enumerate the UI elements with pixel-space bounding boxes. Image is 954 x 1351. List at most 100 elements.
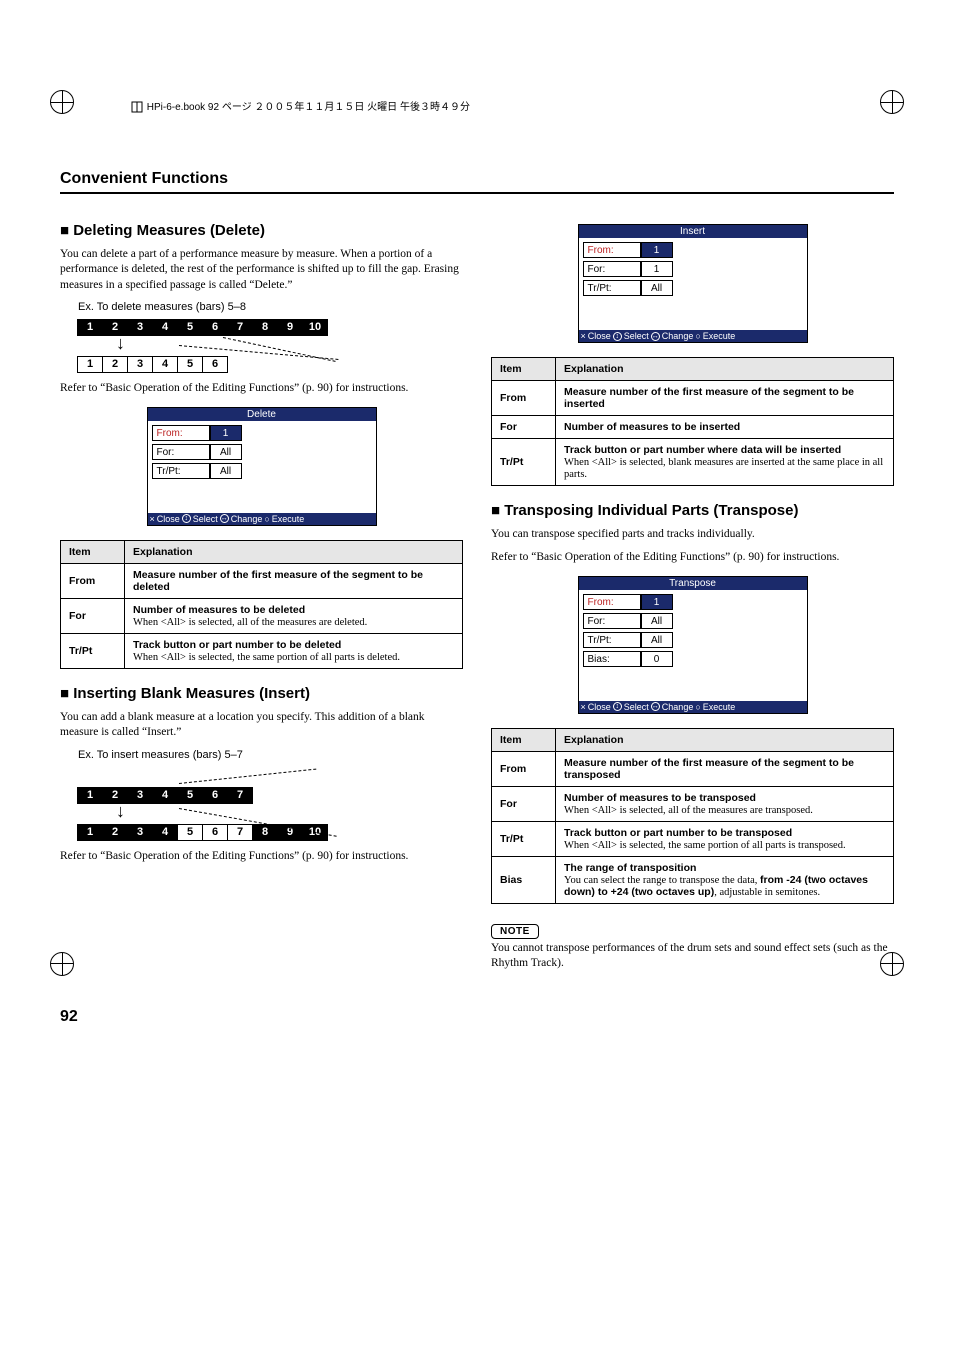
td-item: For	[492, 416, 556, 439]
transpose-ref: Refer to “Basic Operation of the Editing…	[491, 550, 894, 566]
bar-cell: 4	[152, 356, 178, 373]
book-icon	[130, 100, 144, 114]
dialog-value: All	[641, 280, 673, 296]
td-expl: Track button or part number to be transp…	[556, 821, 894, 856]
td-item: From	[61, 563, 125, 598]
arrow-down-icon: ↓	[116, 334, 463, 352]
td-expl: The range of transpositionYou can select…	[556, 856, 894, 903]
td-expl: Number of measures to be inserted	[556, 416, 894, 439]
delete-table: ItemExplanation FromMeasure number of th…	[60, 540, 463, 669]
th-item: Item	[492, 358, 556, 381]
bar-cell: 2	[102, 356, 128, 373]
bar-cell: 5	[177, 824, 203, 841]
td-expl: Measure number of the first measure of t…	[125, 563, 463, 598]
td-expl: Track button or part number to be delete…	[125, 633, 463, 668]
dialog-label: Tr/Pt:	[583, 632, 641, 648]
note-text: You cannot transpose performances of the…	[491, 941, 894, 972]
bar-cell: 6	[202, 824, 228, 841]
td-expl: Number of measures to be transposedWhen …	[556, 786, 894, 821]
dialog-value: 1	[641, 242, 673, 258]
td-expl: Number of measures to be deletedWhen <Al…	[125, 598, 463, 633]
header-meta-text: HPi-6-e.book 92 ページ ２００５年１１月１５日 火曜日 午後３時…	[147, 102, 470, 113]
dialog-title: Delete	[148, 408, 376, 421]
transpose-table: ItemExplanation FromMeasure number of th…	[491, 728, 894, 904]
page-title: Convenient Functions	[60, 170, 894, 188]
note-label: NOTE	[491, 924, 539, 939]
footer-execute: Execute	[272, 514, 305, 524]
bar-cell: 7	[227, 824, 253, 841]
th-expl: Explanation	[125, 540, 463, 563]
footer-execute: Execute	[703, 702, 736, 712]
dialog-value: All	[641, 613, 673, 629]
insert-heading: ■ Inserting Blank Measures (Insert)	[60, 685, 463, 704]
dialog-value: 0	[641, 651, 673, 667]
dialog-label: From:	[152, 425, 210, 441]
dialog-label: For:	[583, 261, 641, 277]
bar-cell: 5	[177, 356, 203, 373]
td-item: Tr/Pt	[492, 439, 556, 486]
print-header-meta: HPi-6-e.book 92 ページ ２００５年１１月１５日 火曜日 午後３時…	[130, 98, 470, 114]
transpose-dialog: Transpose From:1 For:All Tr/Pt:All Bias:…	[578, 576, 808, 714]
dialog-label: For:	[583, 613, 641, 629]
delete-diagram: 1 2 3 4 5 6 7 8 9 10 ↓ 1 2 3 4 5	[78, 319, 463, 373]
td-expl: Measure number of the first measure of t…	[556, 751, 894, 786]
transpose-heading: ■ Transposing Individual Parts (Transpos…	[491, 502, 894, 521]
td-item: Tr/Pt	[492, 821, 556, 856]
th-expl: Explanation	[556, 728, 894, 751]
insert-body: You can add a blank measure at a locatio…	[60, 710, 463, 741]
footer-select: Select	[624, 702, 649, 712]
footer-close: Close	[588, 331, 611, 341]
footer-close: Close	[157, 514, 180, 524]
td-item: Bias	[492, 856, 556, 903]
th-expl: Explanation	[556, 358, 894, 381]
delete-body: You can delete a part of a performance m…	[60, 247, 463, 294]
dialog-title: Transpose	[579, 577, 807, 590]
transpose-body1: You can transpose specified parts and tr…	[491, 527, 894, 543]
dialog-value: All	[641, 632, 673, 648]
bar-cell: 3	[127, 356, 153, 373]
dialog-footer: × Close ↕Select ↔Change ○Execute	[579, 330, 807, 342]
footer-execute: Execute	[703, 331, 736, 341]
dialog-value: 1	[210, 425, 242, 441]
bar-cell: 4	[152, 824, 178, 841]
insert-ref: Refer to “Basic Operation of the Editing…	[60, 849, 463, 865]
arrow-down-icon: ↓	[116, 802, 463, 820]
th-item: Item	[61, 540, 125, 563]
delete-heading: ■ Deleting Measures (Delete)	[60, 222, 463, 241]
dialog-title: Insert	[579, 225, 807, 238]
dialog-label: Bias:	[583, 651, 641, 667]
td-expl: Measure number of the first measure of t…	[556, 381, 894, 416]
page-number: 92	[60, 1008, 894, 1026]
td-item: From	[492, 381, 556, 416]
bar-cell: 2	[102, 824, 128, 841]
dialog-label: From:	[583, 242, 641, 258]
bar-cell: 3	[127, 824, 153, 841]
footer-change: Change	[662, 331, 694, 341]
dialog-label: Tr/Pt:	[152, 463, 210, 479]
td-expl: Track button or part number where data w…	[556, 439, 894, 486]
td-item: For	[492, 786, 556, 821]
td-item: Tr/Pt	[61, 633, 125, 668]
delete-ref: Refer to “Basic Operation of the Editing…	[60, 381, 463, 397]
footer-select: Select	[193, 514, 218, 524]
bar-cell: 1	[77, 356, 103, 373]
insert-dialog: Insert From:1 For:1 Tr/Pt:All × Close ↕S…	[578, 224, 808, 343]
footer-change: Change	[231, 514, 263, 524]
dialog-label: For:	[152, 444, 210, 460]
dialog-value: All	[210, 444, 242, 460]
dialog-value: All	[210, 463, 242, 479]
bar-cell: 6	[202, 356, 228, 373]
dialog-value: 1	[641, 594, 673, 610]
dialog-footer: × Close ↕Select ↔Change ○Execute	[148, 513, 376, 525]
bar-cell: 1	[77, 824, 103, 841]
bar-cell: 8	[252, 824, 278, 841]
delete-dialog: Delete From:1 For:All Tr/Pt:All × Close …	[147, 407, 377, 526]
title-rule	[60, 192, 894, 194]
insert-diagram: 1 2 3 4 5 6 7 ↓ 1 2 3 4 5 6 7 8 9	[78, 767, 463, 841]
footer-select: Select	[624, 331, 649, 341]
insert-table: ItemExplanation FromMeasure number of th…	[491, 357, 894, 486]
dialog-label: From:	[583, 594, 641, 610]
insert-caption: Ex. To insert measures (bars) 5–7	[78, 749, 463, 761]
dialog-value: 1	[641, 261, 673, 277]
dialog-footer: × Close ↕Select ↔Change ○Execute	[579, 701, 807, 713]
